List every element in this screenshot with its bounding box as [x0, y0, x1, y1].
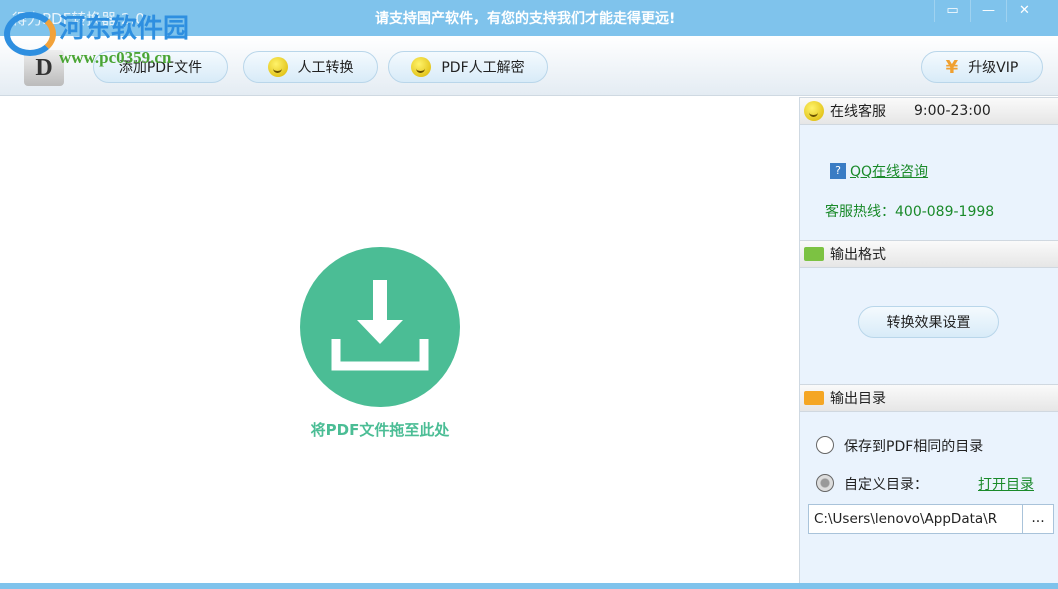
format-title: 输出格式 — [830, 244, 886, 264]
radio-same-dir[interactable] — [816, 436, 834, 454]
browse-button[interactable]: ... — [1022, 504, 1054, 534]
manual-convert-label: 人工转换 — [298, 57, 354, 77]
convert-settings-label: 转换效果设置 — [887, 312, 971, 332]
menu-button[interactable]: ▭ — [934, 0, 970, 22]
status-bar — [0, 583, 1058, 589]
drop-area[interactable]: 将PDF文件拖至此处 — [0, 97, 799, 583]
convert-settings-button[interactable]: 转换效果设置 — [858, 306, 999, 338]
manual-convert-button[interactable]: 人工转换 — [243, 51, 378, 83]
output-path-input[interactable]: C:\Users\lenovo\AppData\R — [808, 504, 1023, 534]
download-icon[interactable] — [300, 247, 460, 407]
app-title: 得力PDF转换器 2.0 — [12, 8, 145, 29]
upgrade-vip-button[interactable]: ¥ 升级VIP — [921, 51, 1043, 83]
pdf-decrypt-label: PDF人工解密 — [441, 57, 524, 77]
service-title: 在线客服 — [830, 101, 886, 121]
add-pdf-label: 添加PDF文件 — [119, 57, 202, 77]
help-icon: ? — [830, 163, 846, 179]
smiley-icon — [411, 57, 431, 77]
qq-link[interactable]: QQ在线咨询 — [850, 161, 928, 181]
service-hours: 9:00-23:00 — [914, 103, 991, 119]
smiley-icon — [804, 101, 824, 121]
close-button[interactable]: ✕ — [1006, 0, 1042, 22]
minimize-button[interactable]: — — [970, 0, 1006, 22]
drop-hint: 将PDF文件拖至此处 — [0, 419, 760, 440]
same-dir-label: 保存到PDF相同的目录 — [844, 436, 983, 456]
output-header: 输出目录 — [800, 384, 1058, 412]
slogan: 请支持国产软件，有您的支持我们才能走得更远! — [375, 8, 675, 28]
smiley-icon — [268, 57, 288, 77]
folder-icon — [804, 391, 824, 405]
add-pdf-button[interactable]: 添加PDF文件 — [93, 51, 228, 83]
format-header: 输出格式 — [800, 240, 1058, 268]
app-logo: D — [24, 50, 64, 86]
pdf-decrypt-button[interactable]: PDF人工解密 — [388, 51, 548, 83]
output-title: 输出目录 — [830, 388, 886, 408]
title-bar: 得力PDF转换器 2.0 请支持国产软件，有您的支持我们才能走得更远! ▭ — … — [0, 0, 1058, 36]
sidebar: 在线客服 9:00-23:00 ? QQ在线咨询 客服热线：400-089-19… — [799, 97, 1058, 583]
hotline: 客服热线：400-089-1998 — [825, 201, 994, 221]
open-dir-link[interactable]: 打开目录 — [978, 474, 1034, 494]
upgrade-vip-label: 升级VIP — [968, 57, 1018, 77]
radio-custom-dir[interactable] — [816, 474, 834, 492]
folder-icon — [804, 247, 824, 261]
service-header: 在线客服 9:00-23:00 — [800, 97, 1058, 125]
yen-icon: ¥ — [946, 57, 959, 78]
qq-consult[interactable]: ? QQ在线咨询 — [830, 161, 928, 181]
custom-dir-label: 自定义目录： — [844, 474, 928, 494]
